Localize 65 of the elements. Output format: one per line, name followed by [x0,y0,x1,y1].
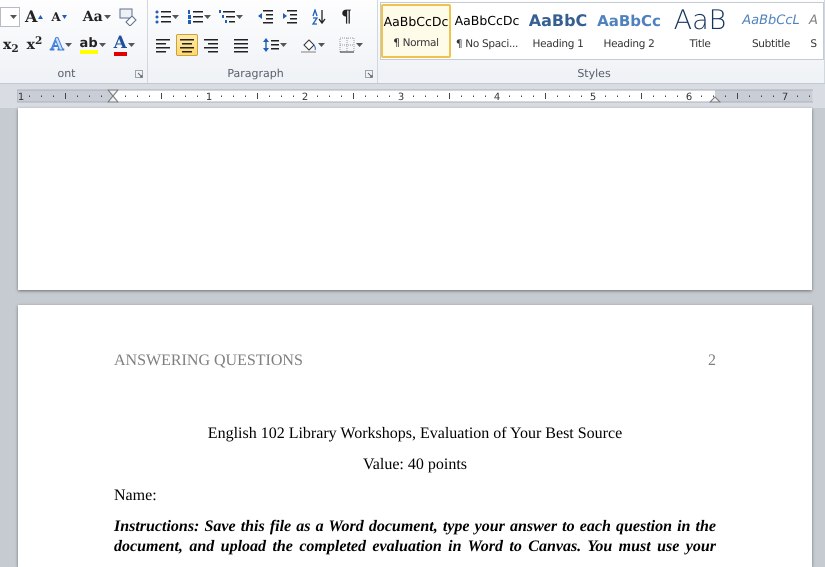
style-option[interactable]: AaB Title [665,4,735,58]
group-label: Styles [576,66,612,82]
instructions-paragraph: Instructions: Save this file as a Word document, type your answer to each question in the document, and upload the completed evaluation in Word to Canvas. You must use your [114,517,716,557]
ruler-number: 7 [782,92,788,102]
style-option[interactable]: AaBbCcDc ¶ No Spaci... [452,4,522,58]
font-size-field[interactable] [0,7,20,27]
down-arrow-icon [62,15,67,19]
sort-icon [311,9,327,25]
change-case-button[interactable]: Aa [80,6,114,28]
ruler-number: 4 [494,92,500,102]
page-number: 2 [708,351,716,371]
ruler-number: 2 [302,92,308,102]
eraser-icon [118,8,137,26]
multilevel-list-icon [219,9,235,25]
caret-icon [280,43,287,47]
subscript-button[interactable]: x$_{2}$ [0,34,22,56]
shrink-font-button[interactable]: A [48,6,70,28]
caret-icon [318,43,325,47]
right-indent-marker[interactable] [708,96,722,102]
align-right-icon [203,37,219,53]
paint-bucket-icon [301,37,317,53]
dialog-launcher-icon[interactable] [135,70,143,78]
style-option[interactable]: AaBbCcDc ¶ Normal [381,4,451,58]
bulleted-list-icon [155,9,171,25]
caret-icon [10,15,17,19]
caret-icon [236,15,243,19]
indent-marker[interactable] [106,89,120,102]
style-option[interactable]: AaBbCcL Subtitle [736,4,806,58]
group-label: Paragraph [226,66,285,82]
caret-icon [128,43,135,47]
justify-icon [233,37,249,53]
pilcrow-button[interactable]: ¶ [338,6,355,28]
line-spacing-icon [263,37,279,53]
ruler-number: 5 [590,92,596,102]
heading-line: English 102 Library Workshops, Evaluation of Your Best Source [206,424,624,444]
caret-icon [204,15,211,19]
caret-icon [64,43,72,47]
dialog-launcher-icon[interactable] [365,70,373,78]
ruler-number: 1 [206,92,212,102]
decrease-indent-icon [257,9,273,25]
heading-line: Value: 40 points [362,455,468,475]
increase-indent-icon [281,9,297,25]
superscript-button[interactable]: x$^{2}$ [24,34,46,56]
numbered-list-icon [187,9,203,25]
caret-icon [104,15,111,19]
ruler-number: 3 [398,92,404,102]
caret-icon [98,43,106,47]
align-center-button[interactable] [176,34,198,56]
style-option[interactable]: AaBbCc Heading 2 [594,4,664,58]
align-center-icon [179,37,195,53]
ruler-number: 6 [686,92,692,102]
up-arrow-icon [38,15,44,19]
border-grid-icon [339,37,355,53]
caret-icon [356,43,363,47]
align-left-icon [155,37,171,53]
grow-font-button[interactable]: A [22,6,46,28]
style-option[interactable]: A S [807,4,820,58]
highlight-button[interactable]: ab [76,34,109,56]
header-title: ANSWERING QUESTIONS [114,351,303,371]
ruler-number: 1 [18,92,24,102]
style-option[interactable]: AaBbC Heading 1 [523,4,593,58]
group-label: ont [56,66,76,82]
caret-icon [172,15,179,19]
name-label: Name: [114,486,158,506]
font-color-button[interactable]: A [110,34,138,56]
